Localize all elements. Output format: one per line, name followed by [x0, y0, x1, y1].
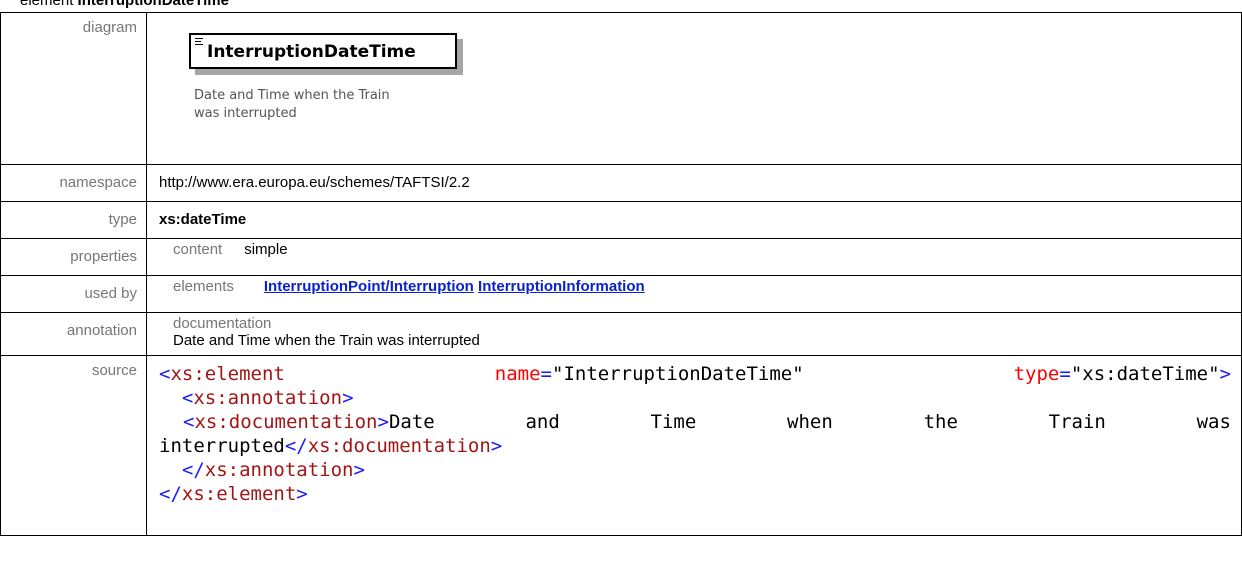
source-line-3: <xs:documentation>Date and Time when the…: [183, 411, 1231, 433]
element-node[interactable]: InterruptionDateTime: [189, 33, 457, 69]
label-used-by: used by: [0, 275, 147, 313]
type-value: xs:dateTime: [146, 201, 1242, 239]
heading-element-name: InterruptionDateTime: [77, 0, 229, 9]
label-source: source: [0, 355, 147, 536]
properties-value: simple: [244, 241, 288, 258]
annotation-key: documentation: [173, 315, 272, 332]
label-annotation: annotation: [0, 312, 147, 356]
diagram-cell: InterruptionDateTime Date and Time when …: [146, 12, 1242, 165]
heading-prefix: element: [20, 0, 74, 9]
page-heading: element InterruptionDateTime: [20, 0, 229, 9]
link-interruption-information[interactable]: InterruptionInformation: [478, 278, 645, 295]
element-doc-table: diagram InterruptionDateTime Date and Ti…: [0, 12, 1242, 536]
row-properties: properties content simple: [0, 238, 1242, 276]
element-list-icon: [195, 38, 203, 47]
properties-key: content: [173, 241, 223, 258]
row-annotation: annotation documentation Date and Time w…: [0, 312, 1242, 356]
annotation-value: Date and Time when the Train was interru…: [173, 332, 480, 349]
label-properties: properties: [0, 238, 147, 276]
source-line-4: interrupted</xs:documentation>: [159, 435, 503, 457]
node-name: InterruptionDateTime: [207, 42, 416, 62]
source-line-5: </xs:annotation>: [181, 459, 365, 481]
node-documentation: Date and Time when the Train was interru…: [194, 88, 390, 121]
link-interruption-point[interactable]: InterruptionPoint/Interruption: [264, 278, 474, 295]
row-diagram: diagram InterruptionDateTime Date and Ti…: [0, 12, 1242, 165]
row-type: type xs:dateTime: [0, 201, 1242, 239]
label-namespace: namespace: [0, 164, 147, 202]
row-used-by: used by elements InterruptionPoint/Interr…: [0, 275, 1242, 313]
source-line-6: </xs:element>: [159, 483, 308, 505]
namespace-value: http://www.era.europa.eu/schemes/TAFTSI/…: [146, 164, 1242, 202]
element-diagram: InterruptionDateTime Date and Time when …: [159, 13, 1241, 136]
row-source: source <xs:element name="InterruptionDat…: [0, 355, 1242, 536]
label-diagram: diagram: [0, 12, 147, 165]
source-code: <xs:element name="InterruptionDateTime" …: [146, 355, 1242, 536]
properties-cell: content simple: [146, 238, 1242, 276]
annotation-cell: documentation Date and Time when the Tra…: [146, 312, 1242, 356]
label-type: type: [0, 201, 147, 239]
source-line-2: <xs:annotation>: [181, 387, 354, 409]
row-namespace: namespace http://www.era.europa.eu/schem…: [0, 164, 1242, 202]
source-line-1: <xs:element name="InterruptionDateTime" …: [159, 363, 1231, 385]
used-by-key: elements: [173, 278, 234, 295]
used-by-cell: elements InterruptionPoint/Interruption I…: [146, 275, 1242, 313]
